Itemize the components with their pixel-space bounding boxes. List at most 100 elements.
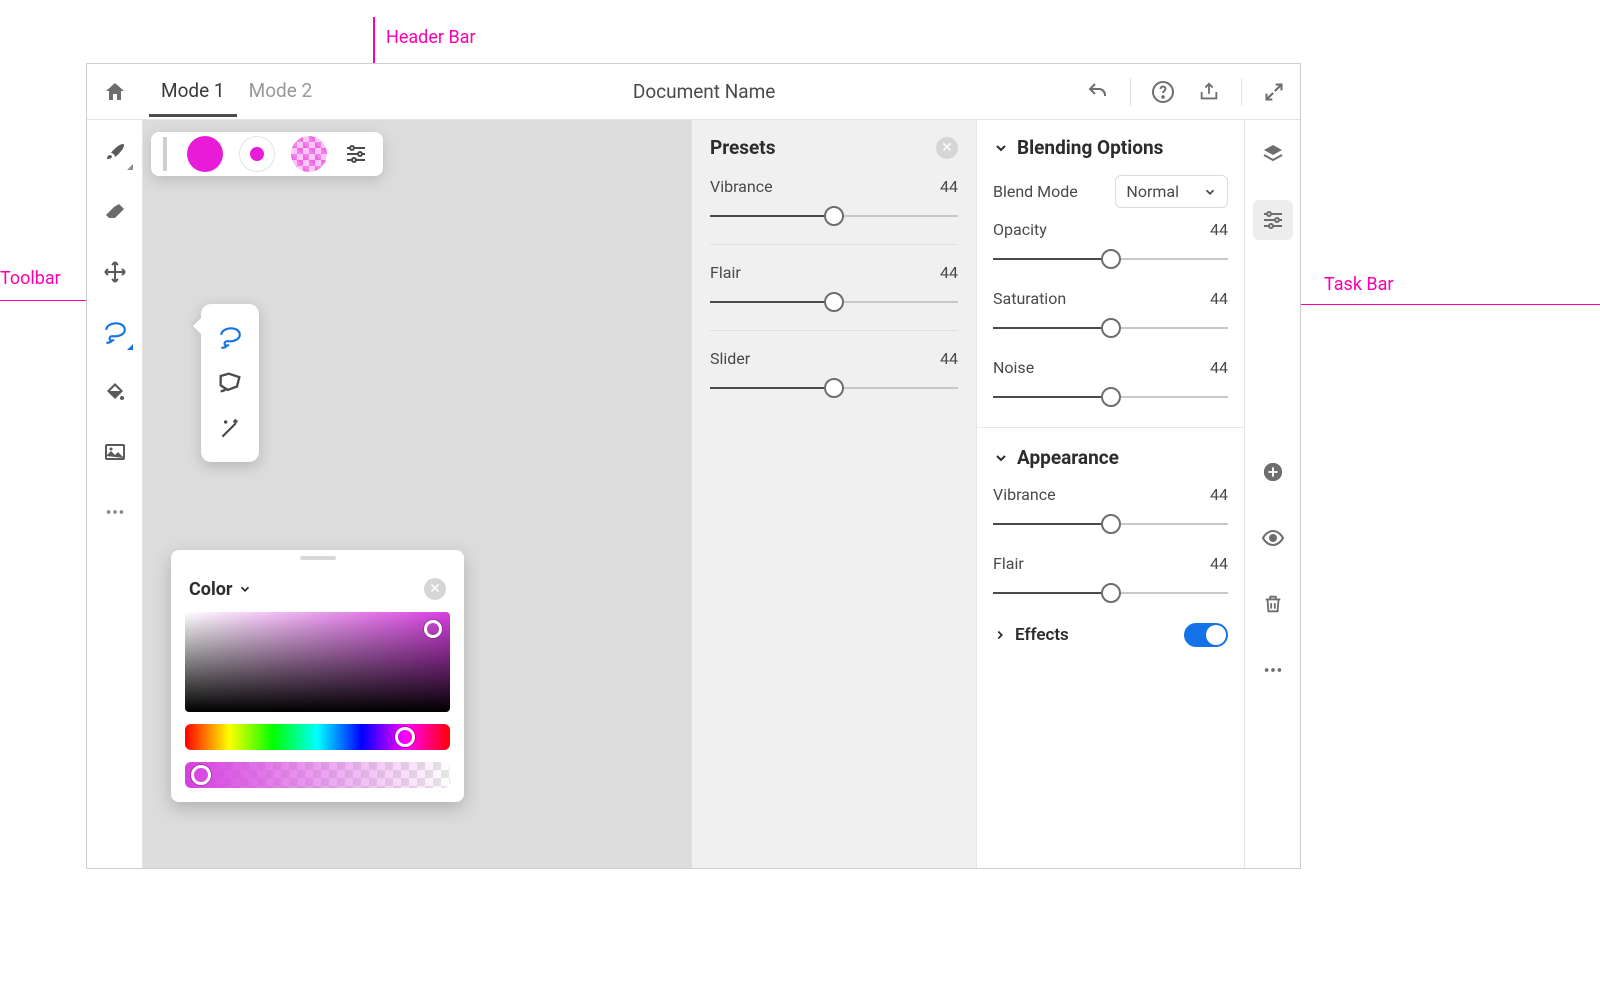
slider-thumb[interactable] [1101,387,1121,407]
slider-value: 44 [1210,358,1228,377]
brush-tool[interactable] [95,132,135,172]
chevron-down-icon [993,140,1009,156]
alt-tool-lasso[interactable] [210,314,250,360]
effects-section-header[interactable]: Effects [993,625,1069,645]
lasso-tool[interactable] [95,312,135,352]
drag-handle[interactable] [300,556,336,560]
slider-label: Opacity [993,220,1047,239]
flyout-indicator [127,344,133,350]
toolbar [87,120,143,868]
effects-toggle[interactable] [1184,623,1228,647]
slider-value: 44 [1210,554,1228,573]
slider-value: 44 [1210,485,1228,504]
sv-thumb[interactable] [424,620,442,638]
add-task[interactable] [1253,452,1293,492]
home-icon[interactable] [99,76,131,108]
eraser-tool[interactable] [95,192,135,232]
slider-thumb[interactable] [1101,249,1121,269]
canvas-area[interactable]: Color ✕ [143,120,691,868]
slider-value: 44 [1210,220,1228,239]
alt-tool-poly-lasso[interactable] [210,360,250,406]
color-swatch-texture[interactable] [291,136,327,172]
mode-tab-2[interactable]: Mode 2 [237,67,325,117]
slider[interactable] [993,583,1228,603]
header-bar: Mode 1 Mode 2 Document Name [87,64,1300,120]
alpha-thumb[interactable] [191,765,211,785]
annotation-line [1276,304,1600,305]
move-tool[interactable] [95,252,135,292]
saturation-value-field[interactable] [185,612,450,712]
chevron-down-icon [1203,185,1217,199]
close-icon[interactable]: ✕ [936,137,958,159]
effects-title: Effects [1015,625,1069,645]
more-task[interactable] [1253,650,1293,690]
blending-section-header[interactable]: Blending Options [993,136,1228,159]
blend-mode-select[interactable]: Normal [1115,175,1228,208]
bucket-tool[interactable] [95,372,135,412]
slider-value: 44 [940,177,958,196]
undo-icon[interactable] [1084,78,1112,106]
appearance-title: Appearance [1017,446,1119,469]
toggle-knob [1206,625,1226,645]
slider[interactable] [993,318,1228,338]
slider[interactable] [710,292,958,312]
slider-label: Slider [710,349,750,368]
color-panel-title[interactable]: Color [189,579,252,600]
slider-thumb[interactable] [1101,583,1121,603]
settings-task[interactable] [1253,200,1293,240]
mode-tabs: Mode 1 Mode 2 [149,67,324,117]
color-swatch-solid[interactable] [187,136,223,172]
appearance-section-header[interactable]: Appearance [993,446,1228,469]
noise-slider-row: Noise 44 [993,358,1228,407]
slider-label: Flair [710,263,741,282]
blend-mode-label: Blend Mode [993,182,1078,201]
mode-tab-1[interactable]: Mode 1 [149,67,237,117]
divider [1241,78,1242,106]
slider[interactable] [993,249,1228,269]
appearance-vibrance-row: Vibrance 44 [993,485,1228,534]
slider-value: 44 [940,349,958,368]
annotation-task-bar: Task Bar [1324,274,1394,295]
more-tool[interactable] [95,492,135,532]
help-icon[interactable] [1149,78,1177,106]
tool-options-popover [151,132,383,176]
slider[interactable] [993,514,1228,534]
slider-label: Vibrance [993,485,1056,504]
visibility-task[interactable] [1253,518,1293,558]
chevron-right-icon [993,628,1007,642]
slider-thumb[interactable] [1101,318,1121,338]
preset-slider-slider: Slider 44 [710,349,958,398]
slider-thumb[interactable] [824,378,844,398]
hue-thumb[interactable] [395,727,415,747]
fullscreen-icon[interactable] [1260,78,1288,106]
preset-slider-flair: Flair 44 [710,263,958,312]
slider-label: Flair [993,554,1024,573]
alt-tool-wand[interactable] [210,406,250,452]
slider[interactable] [710,378,958,398]
appearance-flair-row: Flair 44 [993,554,1228,603]
layers-task[interactable] [1253,134,1293,174]
blending-title: Blending Options [1017,136,1163,159]
slider-value: 44 [940,263,958,282]
divider [710,330,958,331]
slider-thumb[interactable] [824,292,844,312]
swatch-dot [250,147,264,161]
drag-handle[interactable] [163,137,167,171]
image-tool[interactable] [95,432,135,472]
slider[interactable] [710,206,958,226]
blend-mode-row: Blend Mode Normal [993,175,1228,208]
slider[interactable] [993,387,1228,407]
opacity-slider-row: Opacity 44 [993,220,1228,269]
sliders-icon[interactable] [341,139,371,169]
color-panel: Color ✕ [171,550,464,802]
close-icon[interactable]: ✕ [424,578,446,600]
color-swatch-small[interactable] [239,136,275,172]
slider-thumb[interactable] [1101,514,1121,534]
slider-thumb[interactable] [824,206,844,226]
color-panel-header: Color ✕ [189,578,446,600]
share-icon[interactable] [1195,78,1223,106]
blend-mode-value: Normal [1126,182,1179,201]
alpha-slider[interactable] [185,762,450,788]
delete-task[interactable] [1253,584,1293,624]
hue-slider[interactable] [185,724,450,750]
